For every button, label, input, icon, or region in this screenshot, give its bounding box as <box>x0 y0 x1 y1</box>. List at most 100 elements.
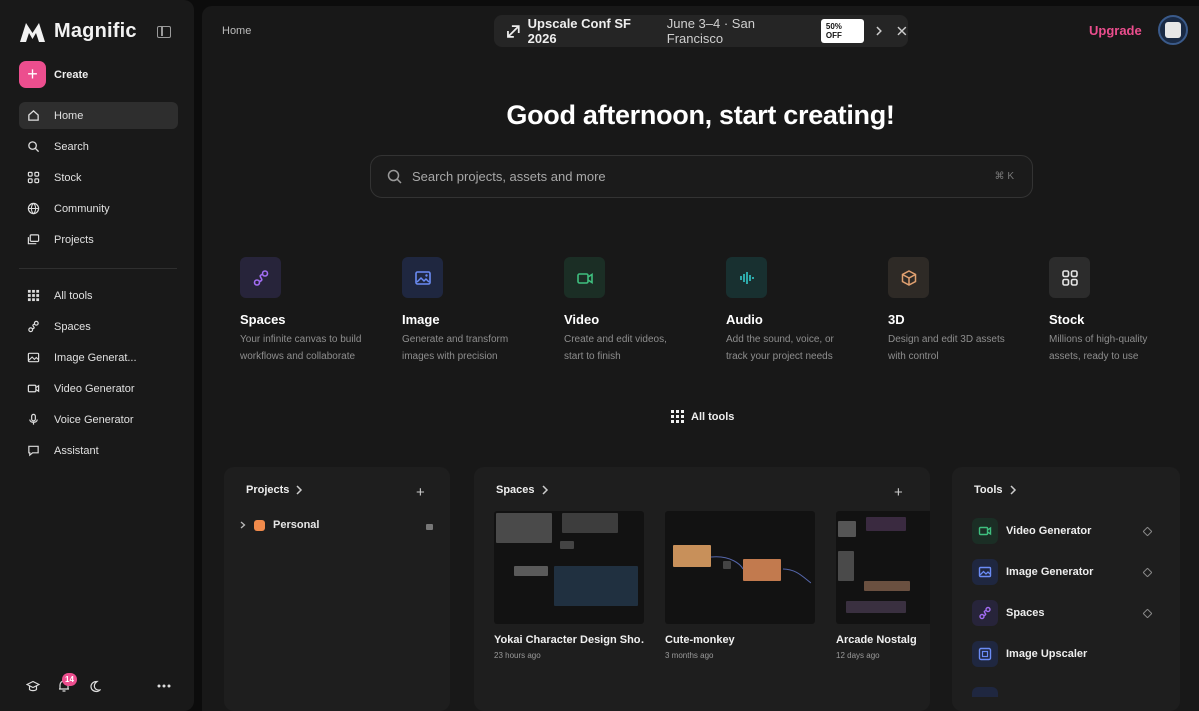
category-stock[interactable]: Stock Millions of high-quality assets, r… <box>1049 257 1174 365</box>
spaces-icon <box>28 320 39 333</box>
sidebar-item-search[interactable]: Search <box>19 133 178 160</box>
sidebar-item-label: Home <box>54 109 84 122</box>
video-icon <box>27 384 40 393</box>
projects-header[interactable]: Projects <box>246 484 303 496</box>
spaces-header[interactable]: Spaces <box>496 484 549 496</box>
magnific-logo-icon <box>20 22 45 42</box>
notification-badge: 14 <box>62 673 77 686</box>
pin-icon[interactable] <box>1142 567 1153 578</box>
sidebar-divider <box>19 268 177 269</box>
chevron-right-icon[interactable] <box>874 25 884 37</box>
banner-title: Upscale Conf SF 2026 <box>527 16 631 46</box>
sidebar-item-home[interactable]: Home <box>19 102 178 129</box>
tools-panel: Tools Video Generator Image Generator Sp… <box>952 467 1180 711</box>
category-audio[interactable]: Audio Add the sound, voice, or track you… <box>726 257 851 365</box>
all-tools-button[interactable]: All tools <box>671 410 734 423</box>
category-3d[interactable]: 3D Design and edit 3D assets with contro… <box>888 257 1013 365</box>
create-button[interactable]: + Create <box>19 61 88 88</box>
chevron-right-icon <box>1009 485 1016 495</box>
image-icon <box>402 257 443 298</box>
sidebar-item-label: Assistant <box>54 444 99 457</box>
breadcrumb: Home <box>222 25 252 37</box>
all-tools-label: All tools <box>691 410 735 423</box>
space-time: 23 hours ago <box>494 651 541 660</box>
upgrade-button[interactable]: Upgrade <box>1089 23 1142 38</box>
spaces-panel: Spaces + Yokai Character Design Sho… 23 … <box>474 467 930 711</box>
chevron-right-icon <box>542 485 548 495</box>
banner-details: June 3–4 · San Francisco <box>666 16 755 46</box>
space-thumbnail <box>494 511 644 624</box>
search-input[interactable]: Search projects, assets and more ⌘ K <box>370 155 1033 198</box>
spaces-icon <box>972 600 998 626</box>
search-icon <box>28 141 40 153</box>
chevron-right-icon[interactable] <box>240 521 246 529</box>
tool-spaces[interactable]: Spaces <box>972 600 1156 626</box>
space-card[interactable]: Yokai Character Design Sho… 23 hours ago <box>494 511 644 660</box>
audio-waveform-icon <box>726 257 767 298</box>
tool-image-upscaler[interactable]: Image Upscaler <box>972 641 1156 667</box>
pin-icon[interactable] <box>1142 608 1153 619</box>
space-title: Cute-monkey <box>665 634 735 646</box>
sidebar-item-voice-generator[interactable]: Voice Generator <box>19 406 178 433</box>
sidebar-item-label: Search <box>54 140 89 153</box>
sidebar-item-label: Community <box>54 202 110 215</box>
image-icon <box>27 352 40 363</box>
sidebar-item-spaces[interactable]: Spaces <box>19 313 178 340</box>
sidebar-item-image-generator[interactable]: Image Generat... <box>19 344 178 371</box>
sidebar-collapse-icon[interactable] <box>157 26 171 38</box>
add-project-button[interactable]: + <box>416 484 425 501</box>
space-thumbnail <box>665 511 815 624</box>
sidebar-item-video-generator[interactable]: Video Generator <box>19 375 178 402</box>
close-icon[interactable] <box>896 25 908 37</box>
sidebar-item-label: Image Generat... <box>54 351 137 364</box>
tool-label: Video Generator <box>1006 525 1092 537</box>
folders-icon <box>27 234 40 245</box>
space-time: 12 days ago <box>836 651 880 660</box>
image-icon <box>972 559 998 585</box>
search-placeholder: Search projects, assets and more <box>412 169 606 184</box>
sidebar-item-label: Stock <box>54 171 82 184</box>
grid-icon <box>27 171 40 184</box>
category-title: Audio <box>726 312 763 327</box>
sidebar-item-assistant[interactable]: Assistant <box>19 437 178 464</box>
category-title: Video <box>564 312 600 327</box>
space-card[interactable]: Arcade Nostalg 12 days ago <box>836 511 930 660</box>
category-title: Image <box>402 312 440 327</box>
sidebar-item-stock[interactable]: Stock <box>19 164 178 191</box>
pin-icon[interactable] <box>1142 526 1153 537</box>
category-title: 3D <box>888 312 905 327</box>
sidebar-item-label: All tools <box>54 289 93 302</box>
tool-image-generator[interactable]: Image Generator <box>972 559 1156 585</box>
brand-logo[interactable]: Magnific <box>19 20 137 43</box>
graduation-cap-icon[interactable] <box>26 680 40 693</box>
tool-video-generator[interactable]: Video Generator <box>972 518 1156 544</box>
project-item-personal[interactable]: Personal <box>240 519 319 531</box>
space-card[interactable]: Cute-monkey 3 months ago <box>665 511 815 660</box>
tool-item-partial <box>972 687 998 697</box>
category-image[interactable]: Image Generate and transform images with… <box>402 257 527 365</box>
sidebar-item-all-tools[interactable]: All tools <box>19 282 178 309</box>
tool-label: Spaces <box>1006 607 1045 619</box>
projects-panel: Projects + Personal <box>224 467 450 711</box>
category-video[interactable]: Video Create and edit videos, start to f… <box>564 257 689 365</box>
more-icon[interactable] <box>157 684 171 688</box>
avatar-image <box>1165 22 1181 38</box>
grid-icon <box>1049 257 1090 298</box>
plus-icon: + <box>19 61 46 88</box>
avatar[interactable] <box>1158 15 1188 45</box>
promo-banner[interactable]: Upscale Conf SF 2026 June 3–4 · San Fran… <box>494 15 908 47</box>
sidebar: Magnific + Create Home Search Stock Comm… <box>0 0 194 711</box>
tools-header[interactable]: Tools <box>974 484 1017 496</box>
sidebar-item-projects[interactable]: Projects <box>19 226 178 253</box>
moon-icon[interactable] <box>88 680 101 693</box>
category-spaces[interactable]: Spaces Your infinite canvas to build wor… <box>240 257 365 365</box>
upscale-icon <box>507 25 520 38</box>
chevron-right-icon <box>296 485 303 495</box>
globe-icon <box>27 202 40 215</box>
category-desc: Your infinite canvas to build workflows … <box>240 334 362 362</box>
category-desc: Design and edit 3D assets with control <box>888 334 1005 362</box>
category-title: Spaces <box>240 312 286 327</box>
cube-icon <box>888 257 929 298</box>
add-space-button[interactable]: + <box>894 484 903 501</box>
sidebar-item-community[interactable]: Community <box>19 195 178 222</box>
